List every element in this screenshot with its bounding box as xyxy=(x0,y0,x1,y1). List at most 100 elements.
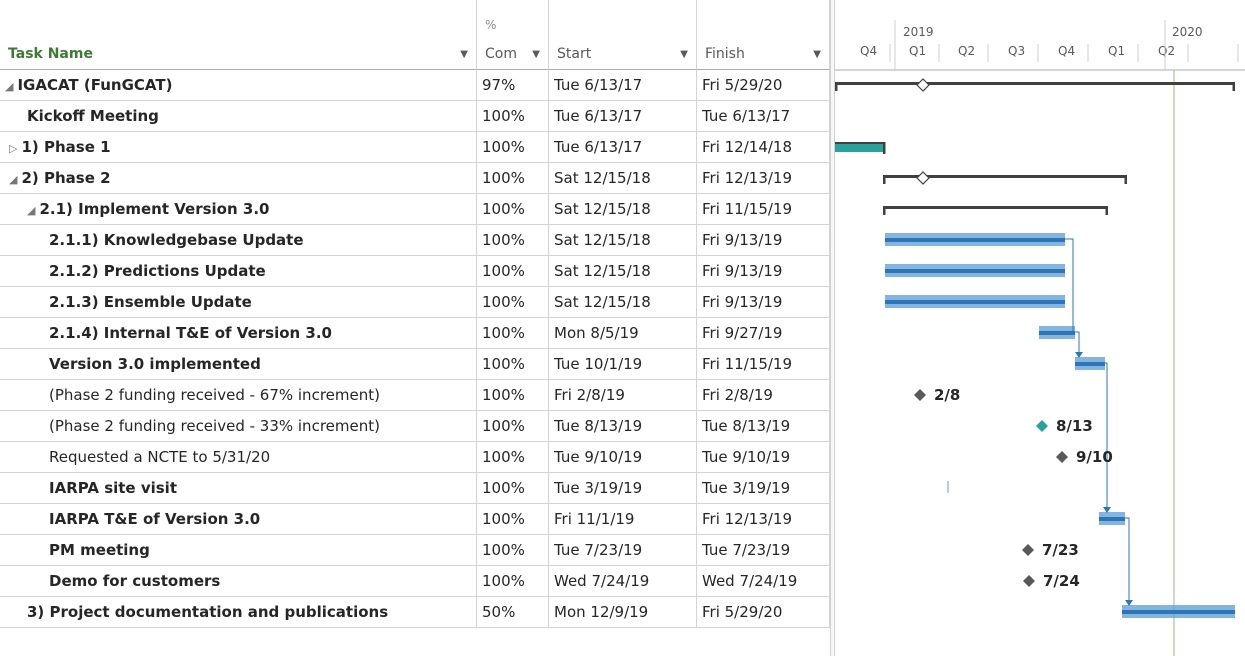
start-date-cell[interactable]: Fri 2/8/19 xyxy=(549,380,697,411)
percent-complete-cell[interactable]: 100% xyxy=(477,349,549,380)
task-row[interactable]: Version 3.0 implemented 100% Tue 10/1/19 Fr… xyxy=(0,349,830,380)
task-name-cell[interactable]: ◢ 2) Phase 2 xyxy=(0,163,477,194)
task-row[interactable]: IARPA T&E of Version 3.0 100% Fri 11/1/19 F… xyxy=(0,504,830,535)
task-name-filter-icon[interactable]: ▼ xyxy=(460,49,468,60)
header-task-name[interactable]: Task Name ▼ xyxy=(0,0,477,70)
task-name-cell[interactable]: IARPA site visit xyxy=(0,473,477,504)
task-row[interactable]: ◢ IGACAT (FunGCAT) 97% Tue 6/13/17 Fri 5/29/… xyxy=(0,70,830,101)
percent-complete-cell[interactable]: 100% xyxy=(477,163,549,194)
percent-complete-cell[interactable]: 97% xyxy=(477,70,549,101)
percent-complete-cell[interactable]: 100% xyxy=(477,287,549,318)
task-name-cell[interactable]: Kickoff Meeting xyxy=(0,101,477,132)
task-row[interactable]: PM meeting 100% Tue 7/23/19 Tue 7/23/19 xyxy=(0,535,830,566)
percent-complete-cell[interactable]: 100% xyxy=(477,225,549,256)
task-name-cell[interactable]: (Phase 2 funding received - 33% incremen… xyxy=(0,411,477,442)
finish-date-cell[interactable]: Wed 7/24/19 xyxy=(697,566,830,597)
task-row[interactable]: 2.1.4) Internal T&E of Version 3.0 100% Mo… xyxy=(0,318,830,349)
task-row[interactable]: Demo for customers 100% Wed 7/24/19 Wed 7/2… xyxy=(0,566,830,597)
finish-date-cell[interactable]: Fri 11/15/19 xyxy=(697,349,830,380)
task-name-cell[interactable]: 2.1.3) Ensemble Update xyxy=(0,287,477,318)
finish-date-cell[interactable]: Fri 9/13/19 xyxy=(697,256,830,287)
task-row[interactable]: 3) Project documentation and publication… xyxy=(0,597,830,628)
start-date-cell[interactable]: Tue 3/19/19 xyxy=(549,473,697,504)
start-date-cell[interactable]: Tue 8/13/19 xyxy=(549,411,697,442)
start-date-cell[interactable]: Mon 12/9/19 xyxy=(549,597,697,628)
start-date-cell[interactable]: Sat 12/15/18 xyxy=(549,194,697,225)
finish-date-cell[interactable]: Tue 9/10/19 xyxy=(697,442,830,473)
percent-complete-cell[interactable]: 100% xyxy=(477,101,549,132)
start-date-cell[interactable]: Fri 11/1/19 xyxy=(549,504,697,535)
task-name-cell[interactable]: Demo for customers xyxy=(0,566,477,597)
finish-filter-icon[interactable]: ▼ xyxy=(813,49,821,60)
task-name-cell[interactable]: PM meeting xyxy=(0,535,477,566)
task-row[interactable]: 2.1.2) Predictions Update 100% Sat 12/15/1… xyxy=(0,256,830,287)
percent-complete-cell[interactable]: 100% xyxy=(477,318,549,349)
start-date-cell[interactable]: Sat 12/15/18 xyxy=(549,163,697,194)
finish-date-cell[interactable]: Fri 5/29/20 xyxy=(697,70,830,101)
header-finish[interactable]: Finish ▼ xyxy=(697,0,830,70)
start-date-cell[interactable]: Mon 8/5/19 xyxy=(549,318,697,349)
finish-date-cell[interactable]: Tue 3/19/19 xyxy=(697,473,830,504)
percent-complete-cell[interactable]: 100% xyxy=(477,411,549,442)
finish-date-cell[interactable]: Fri 11/15/19 xyxy=(697,194,830,225)
task-name-cell[interactable]: 2.1.1) Knowledgebase Update xyxy=(0,225,477,256)
start-date-cell[interactable]: Sat 12/15/18 xyxy=(549,256,697,287)
expand-icon[interactable]: ▷ xyxy=(9,142,17,155)
start-filter-icon[interactable]: ▼ xyxy=(680,49,688,60)
task-row[interactable]: 2.1.1) Knowledgebase Update 100% Sat 12/15… xyxy=(0,225,830,256)
task-name-cell[interactable]: (Phase 2 funding received - 67% incremen… xyxy=(0,380,477,411)
finish-date-cell[interactable]: Fri 12/13/19 xyxy=(697,163,830,194)
task-row[interactable]: (Phase 2 funding received - 33% incremen… xyxy=(0,411,830,442)
finish-date-cell[interactable]: Fri 5/29/20 xyxy=(697,597,830,628)
finish-date-cell[interactable]: Fri 9/13/19 xyxy=(697,287,830,318)
finish-date-cell[interactable]: Tue 8/13/19 xyxy=(697,411,830,442)
header-percent-complete[interactable]: % Com ▼ xyxy=(477,0,549,70)
percent-complete-cell[interactable]: 100% xyxy=(477,566,549,597)
collapse-icon[interactable]: ◢ xyxy=(9,173,17,186)
percent-complete-cell[interactable]: 100% xyxy=(477,504,549,535)
start-date-cell[interactable]: Wed 7/24/19 xyxy=(549,566,697,597)
task-row[interactable]: IARPA site visit 100% Tue 3/19/19 Tue 3/19/… xyxy=(0,473,830,504)
percent-complete-cell[interactable]: 100% xyxy=(477,442,549,473)
collapse-icon[interactable]: ◢ xyxy=(5,80,13,93)
percent-complete-cell[interactable]: 50% xyxy=(477,597,549,628)
task-name-cell[interactable]: ◢ IGACAT (FunGCAT) xyxy=(0,70,477,101)
task-row[interactable]: (Phase 2 funding received - 67% incremen… xyxy=(0,380,830,411)
task-name-cell[interactable]: 3) Project documentation and publication… xyxy=(0,597,477,628)
task-name-cell[interactable]: ▷ 1) Phase 1 xyxy=(0,132,477,163)
percent-complete-cell[interactable]: 100% xyxy=(477,132,549,163)
finish-date-cell[interactable]: Tue 6/13/17 xyxy=(697,101,830,132)
start-date-cell[interactable]: Tue 10/1/19 xyxy=(549,349,697,380)
finish-date-cell[interactable]: Tue 7/23/19 xyxy=(697,535,830,566)
start-date-cell[interactable]: Tue 9/10/19 xyxy=(549,442,697,473)
task-row[interactable]: 2.1.3) Ensemble Update 100% Sat 12/15/18 Fr… xyxy=(0,287,830,318)
task-row[interactable]: ▷ 1) Phase 1 100% Tue 6/13/17 Fri 12/14/18 xyxy=(0,132,830,163)
header-start[interactable]: Start ▼ xyxy=(549,0,697,70)
task-name-cell[interactable]: ◢ 2.1) Implement Version 3.0 xyxy=(0,194,477,225)
finish-date-cell[interactable]: Fri 9/13/19 xyxy=(697,225,830,256)
task-row[interactable]: ◢ 2) Phase 2 100% Sat 12/15/18 Fri 12/13/19 xyxy=(0,163,830,194)
start-date-cell[interactable]: Sat 12/15/18 xyxy=(549,225,697,256)
percent-complete-cell[interactable]: 100% xyxy=(477,473,549,504)
task-row[interactable]: ◢ 2.1) Implement Version 3.0 100% Sat 12/15… xyxy=(0,194,830,225)
finish-date-cell[interactable]: Fri 12/14/18 xyxy=(697,132,830,163)
task-name-cell[interactable]: 2.1.4) Internal T&E of Version 3.0 xyxy=(0,318,477,349)
start-date-cell[interactable]: Tue 6/13/17 xyxy=(549,132,697,163)
percent-complete-cell[interactable]: 100% xyxy=(477,194,549,225)
percent-filter-icon[interactable]: ▼ xyxy=(532,49,540,60)
task-name-cell[interactable]: IARPA T&E of Version 3.0 xyxy=(0,504,477,535)
percent-complete-cell[interactable]: 100% xyxy=(477,535,549,566)
finish-date-cell[interactable]: Fri 2/8/19 xyxy=(697,380,830,411)
task-name-cell[interactable]: Requested a NCTE to 5/31/20 xyxy=(0,442,477,473)
task-row[interactable]: Kickoff Meeting 100% Tue 6/13/17 Tue 6/13/1… xyxy=(0,101,830,132)
start-date-cell[interactable]: Tue 6/13/17 xyxy=(549,101,697,132)
finish-date-cell[interactable]: Fri 9/27/19 xyxy=(697,318,830,349)
start-date-cell[interactable]: Tue 6/13/17 xyxy=(549,70,697,101)
start-date-cell[interactable]: Tue 7/23/19 xyxy=(549,535,697,566)
collapse-icon[interactable]: ◢ xyxy=(27,204,35,217)
finish-date-cell[interactable]: Fri 12/13/19 xyxy=(697,504,830,535)
task-name-cell[interactable]: 2.1.2) Predictions Update xyxy=(0,256,477,287)
percent-complete-cell[interactable]: 100% xyxy=(477,380,549,411)
start-date-cell[interactable]: Sat 12/15/18 xyxy=(549,287,697,318)
task-row[interactable]: Requested a NCTE to 5/31/20 100% Tue 9/10/… xyxy=(0,442,830,473)
